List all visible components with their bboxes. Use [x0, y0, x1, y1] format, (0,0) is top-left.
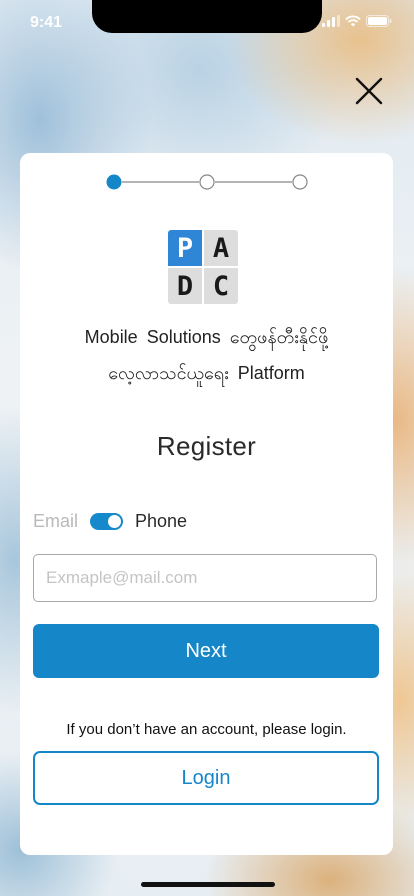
- register-card: P A D C Mobile Solutions တွေဖန်တီးနိုင်ဖ…: [20, 153, 393, 855]
- tagline-line-1: Mobile Solutions တွေဖန်တီးနိုင်ဖို့: [84, 327, 329, 347]
- logo-letter-d: D: [168, 268, 202, 304]
- toggle-option-phone[interactable]: Phone: [135, 511, 187, 532]
- status-time: 9:41: [30, 14, 63, 31]
- status-icons: [322, 15, 392, 27]
- email-phone-toggle[interactable]: [90, 512, 124, 530]
- battery-icon: [366, 15, 392, 27]
- step-3-dot: [292, 174, 308, 190]
- page-title: Register: [156, 431, 257, 461]
- tagline-line-2: လေ့လာသင်ယူရေး Platform: [108, 363, 305, 383]
- toggle-option-email[interactable]: Email: [33, 511, 78, 532]
- login-hint-text: If you don’t have an account, please log…: [66, 721, 347, 738]
- logo-letter-a: A: [204, 230, 238, 266]
- status-bar: 9:41: [0, 0, 414, 48]
- contact-input[interactable]: [33, 554, 377, 602]
- toggle-knob: [108, 514, 122, 528]
- next-button[interactable]: Next: [33, 624, 379, 678]
- step-1-dot: [106, 174, 122, 190]
- logo-letter-c: C: [204, 268, 238, 304]
- login-button[interactable]: Login: [33, 751, 379, 805]
- step-2-dot: [199, 174, 215, 190]
- logo-letter-p: P: [168, 230, 202, 266]
- wifi-icon: [345, 15, 361, 27]
- signal-icon: [322, 15, 340, 27]
- device-notch: [92, 0, 322, 33]
- close-icon: [355, 77, 383, 105]
- step-indicator: [106, 174, 308, 190]
- padc-logo: P A D C: [168, 230, 242, 308]
- contact-method-toggle-row: Email Phone: [33, 509, 187, 533]
- close-button[interactable]: [350, 72, 388, 110]
- home-indicator: [141, 882, 275, 887]
